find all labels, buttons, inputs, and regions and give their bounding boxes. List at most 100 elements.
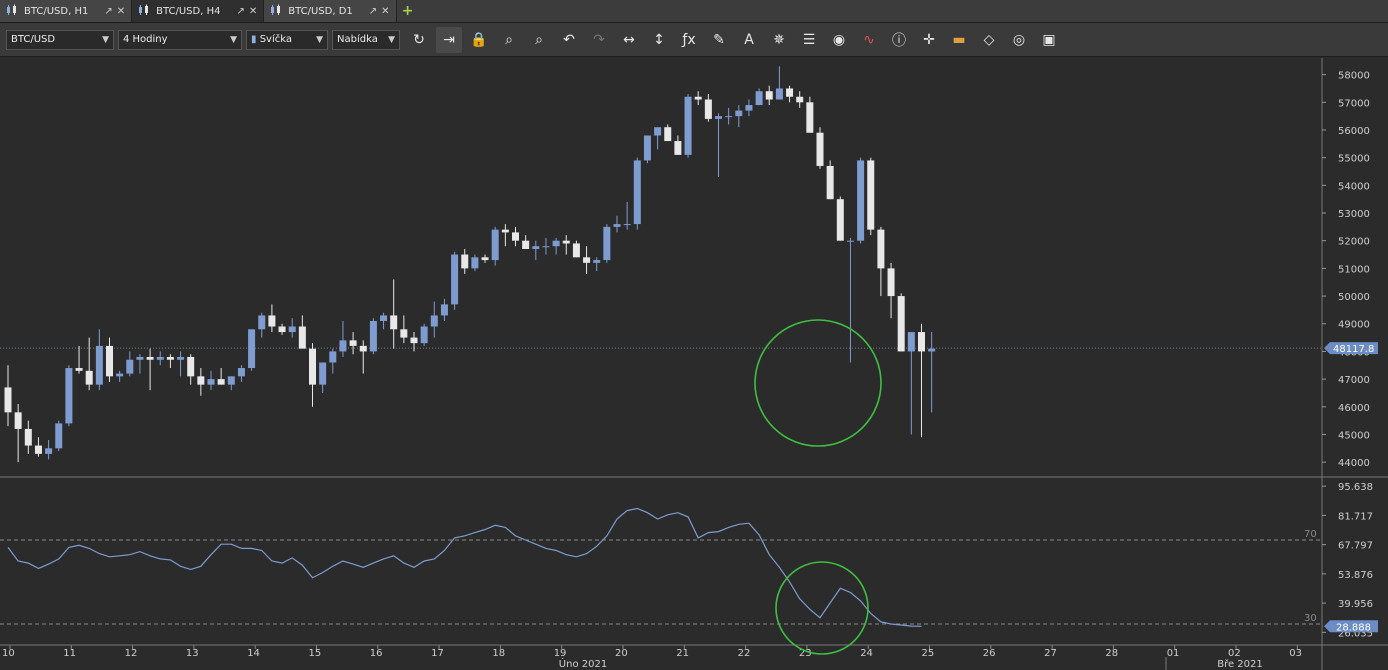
- candle-body[interactable]: [339, 340, 347, 352]
- candle-body[interactable]: [664, 127, 672, 142]
- candle-body[interactable]: [501, 229, 509, 233]
- refresh-icon[interactable]: ↻: [406, 27, 432, 53]
- candle-body[interactable]: [156, 356, 164, 360]
- popout-icon[interactable]: ↗: [369, 6, 377, 17]
- paint-bucket-icon[interactable]: ◇: [976, 27, 1002, 53]
- candle-body[interactable]: [846, 240, 854, 242]
- chart-type-select[interactable]: ▮ Svíčka ▼: [246, 29, 328, 50]
- candle-body[interactable]: [390, 315, 398, 330]
- candle-body[interactable]: [512, 232, 519, 241]
- candle-body[interactable]: [877, 229, 885, 269]
- candle-body[interactable]: [166, 356, 174, 360]
- candle-body[interactable]: [786, 88, 794, 97]
- candle-body[interactable]: [704, 99, 712, 119]
- candle-body[interactable]: [106, 345, 113, 377]
- candle-body[interactable]: [522, 240, 530, 250]
- candle-body[interactable]: [887, 268, 895, 297]
- candle-body[interactable]: [380, 315, 388, 321]
- candle-body[interactable]: [857, 160, 865, 241]
- candle-body[interactable]: [471, 257, 479, 269]
- candle-body[interactable]: [248, 329, 256, 369]
- candle-body[interactable]: [217, 379, 225, 385]
- candle-body[interactable]: [806, 102, 814, 133]
- tab-1[interactable]: BTC/USD, H4 ↗ ✕: [132, 0, 265, 22]
- candle-body[interactable]: [187, 356, 195, 377]
- undo-icon[interactable]: ↶: [556, 27, 582, 53]
- candle-body[interactable]: [461, 254, 469, 269]
- candle-body[interactable]: [400, 329, 408, 338]
- close-icon[interactable]: ✕: [249, 6, 257, 17]
- candle-body[interactable]: [491, 229, 499, 261]
- candle-body[interactable]: [207, 379, 215, 385]
- candle-body[interactable]: [643, 135, 651, 161]
- candle-body[interactable]: [268, 315, 276, 327]
- candle-body[interactable]: [126, 359, 134, 374]
- candle-body[interactable]: [593, 260, 601, 263]
- candle-body[interactable]: [309, 348, 316, 385]
- vertical-resize-icon[interactable]: ↕: [646, 27, 672, 53]
- popout-icon[interactable]: ↗: [104, 6, 112, 17]
- alert-chart-icon[interactable]: ∿: [856, 27, 882, 53]
- candle-body[interactable]: [907, 332, 915, 352]
- candle-body[interactable]: [816, 132, 824, 166]
- lock-icon[interactable]: 🔒: [466, 27, 492, 53]
- candle-body[interactable]: [796, 96, 804, 103]
- candle-body[interactable]: [258, 315, 266, 330]
- close-icon[interactable]: ✕: [117, 6, 125, 17]
- candle-body[interactable]: [562, 240, 570, 244]
- text-tool-icon[interactable]: A: [736, 27, 762, 53]
- candle-body[interactable]: [867, 160, 875, 230]
- candle-body[interactable]: [440, 304, 448, 316]
- candle-body[interactable]: [237, 368, 245, 377]
- candle-body[interactable]: [897, 296, 905, 352]
- pencil-icon[interactable]: ✎: [706, 27, 732, 53]
- settings-wheel-icon[interactable]: ◎: [1006, 27, 1032, 53]
- candle-body[interactable]: [4, 387, 12, 413]
- candle-body[interactable]: [572, 243, 580, 258]
- redo-icon[interactable]: ↷: [586, 27, 612, 53]
- candle-body[interactable]: [45, 448, 53, 454]
- menu-select[interactable]: Nabídka ▼: [332, 29, 400, 50]
- candle-body[interactable]: [349, 340, 357, 346]
- candle-body[interactable]: [116, 373, 124, 377]
- candle-body[interactable]: [715, 116, 722, 119]
- candle-body[interactable]: [654, 127, 662, 136]
- layers-icon[interactable]: ☰: [796, 27, 822, 53]
- save-icon[interactable]: ▣: [1036, 27, 1062, 53]
- candle-body[interactable]: [410, 337, 418, 344]
- candle-body[interactable]: [319, 362, 327, 385]
- candle-body[interactable]: [288, 326, 296, 333]
- candle-body[interactable]: [298, 326, 306, 349]
- candle-body[interactable]: [603, 226, 611, 261]
- candle-body[interactable]: [928, 348, 936, 352]
- candle-body[interactable]: [177, 356, 185, 360]
- candle-body[interactable]: [684, 96, 692, 155]
- candle-body[interactable]: [755, 91, 763, 106]
- candle-body[interactable]: [481, 257, 489, 261]
- candle-body[interactable]: [329, 351, 337, 363]
- candle-body[interactable]: [146, 356, 154, 360]
- candle-body[interactable]: [633, 160, 641, 225]
- candle-body[interactable]: [826, 165, 834, 200]
- candle-body[interactable]: [725, 116, 733, 118]
- candle-body[interactable]: [775, 88, 783, 100]
- candle-body[interactable]: [136, 356, 144, 360]
- crosshair-tool-icon[interactable]: ✵: [766, 27, 792, 53]
- indicator-fx-icon[interactable]: ƒx: [676, 27, 702, 53]
- candle-body[interactable]: [227, 376, 235, 385]
- candle-body[interactable]: [65, 368, 73, 424]
- candle-body[interactable]: [197, 376, 205, 385]
- tab-0[interactable]: BTC/USD, H1 ↗ ✕: [0, 0, 133, 22]
- symbol-select[interactable]: BTC/USD ▼: [6, 29, 114, 50]
- candle-body[interactable]: [451, 254, 459, 305]
- candle-body[interactable]: [24, 428, 32, 446]
- info-icon[interactable]: ⓘ: [886, 27, 912, 53]
- eye-icon[interactable]: ◉: [826, 27, 852, 53]
- candle-body[interactable]: [623, 224, 631, 226]
- candle-body[interactable]: [532, 246, 540, 250]
- zoom-out-icon[interactable]: ⌕: [526, 27, 552, 53]
- candle-body[interactable]: [674, 141, 682, 155]
- horizontal-resize-icon[interactable]: ↔: [616, 27, 642, 53]
- candle-body[interactable]: [420, 326, 428, 344]
- candle-body[interactable]: [552, 240, 560, 247]
